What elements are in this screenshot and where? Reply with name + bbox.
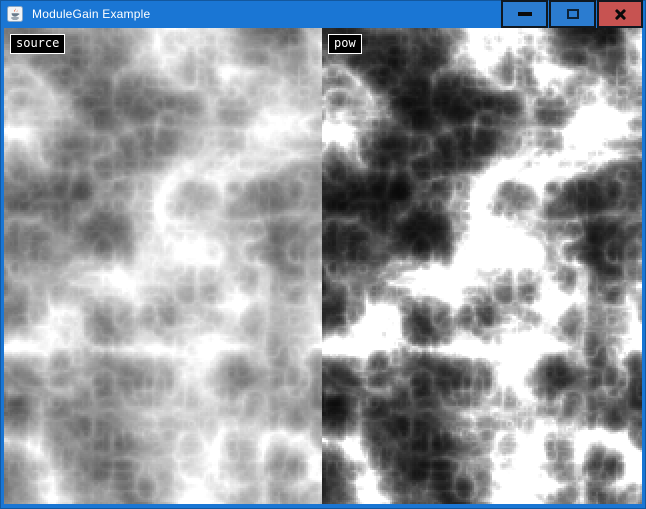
panel-source: source: [4, 28, 322, 504]
window-title: ModuleGain Example: [32, 7, 150, 21]
minimize-button[interactable]: [501, 0, 548, 28]
content-area: source pow: [4, 28, 642, 504]
pow-label: pow: [328, 34, 362, 54]
source-label: source: [10, 34, 65, 54]
titlebar[interactable]: ModuleGain Example: [0, 0, 646, 28]
close-icon: [614, 8, 627, 21]
minimize-icon: [518, 12, 532, 16]
maximize-button[interactable]: [549, 0, 596, 28]
app-window: ModuleGain Example source pow: [0, 0, 646, 509]
source-noise-image: [4, 28, 322, 504]
maximize-icon: [567, 9, 579, 19]
window-controls: [500, 0, 643, 28]
pow-noise-image: [322, 28, 642, 504]
close-button[interactable]: [597, 0, 643, 28]
panel-pow: pow: [322, 28, 642, 504]
java-logo-icon: [7, 6, 23, 22]
